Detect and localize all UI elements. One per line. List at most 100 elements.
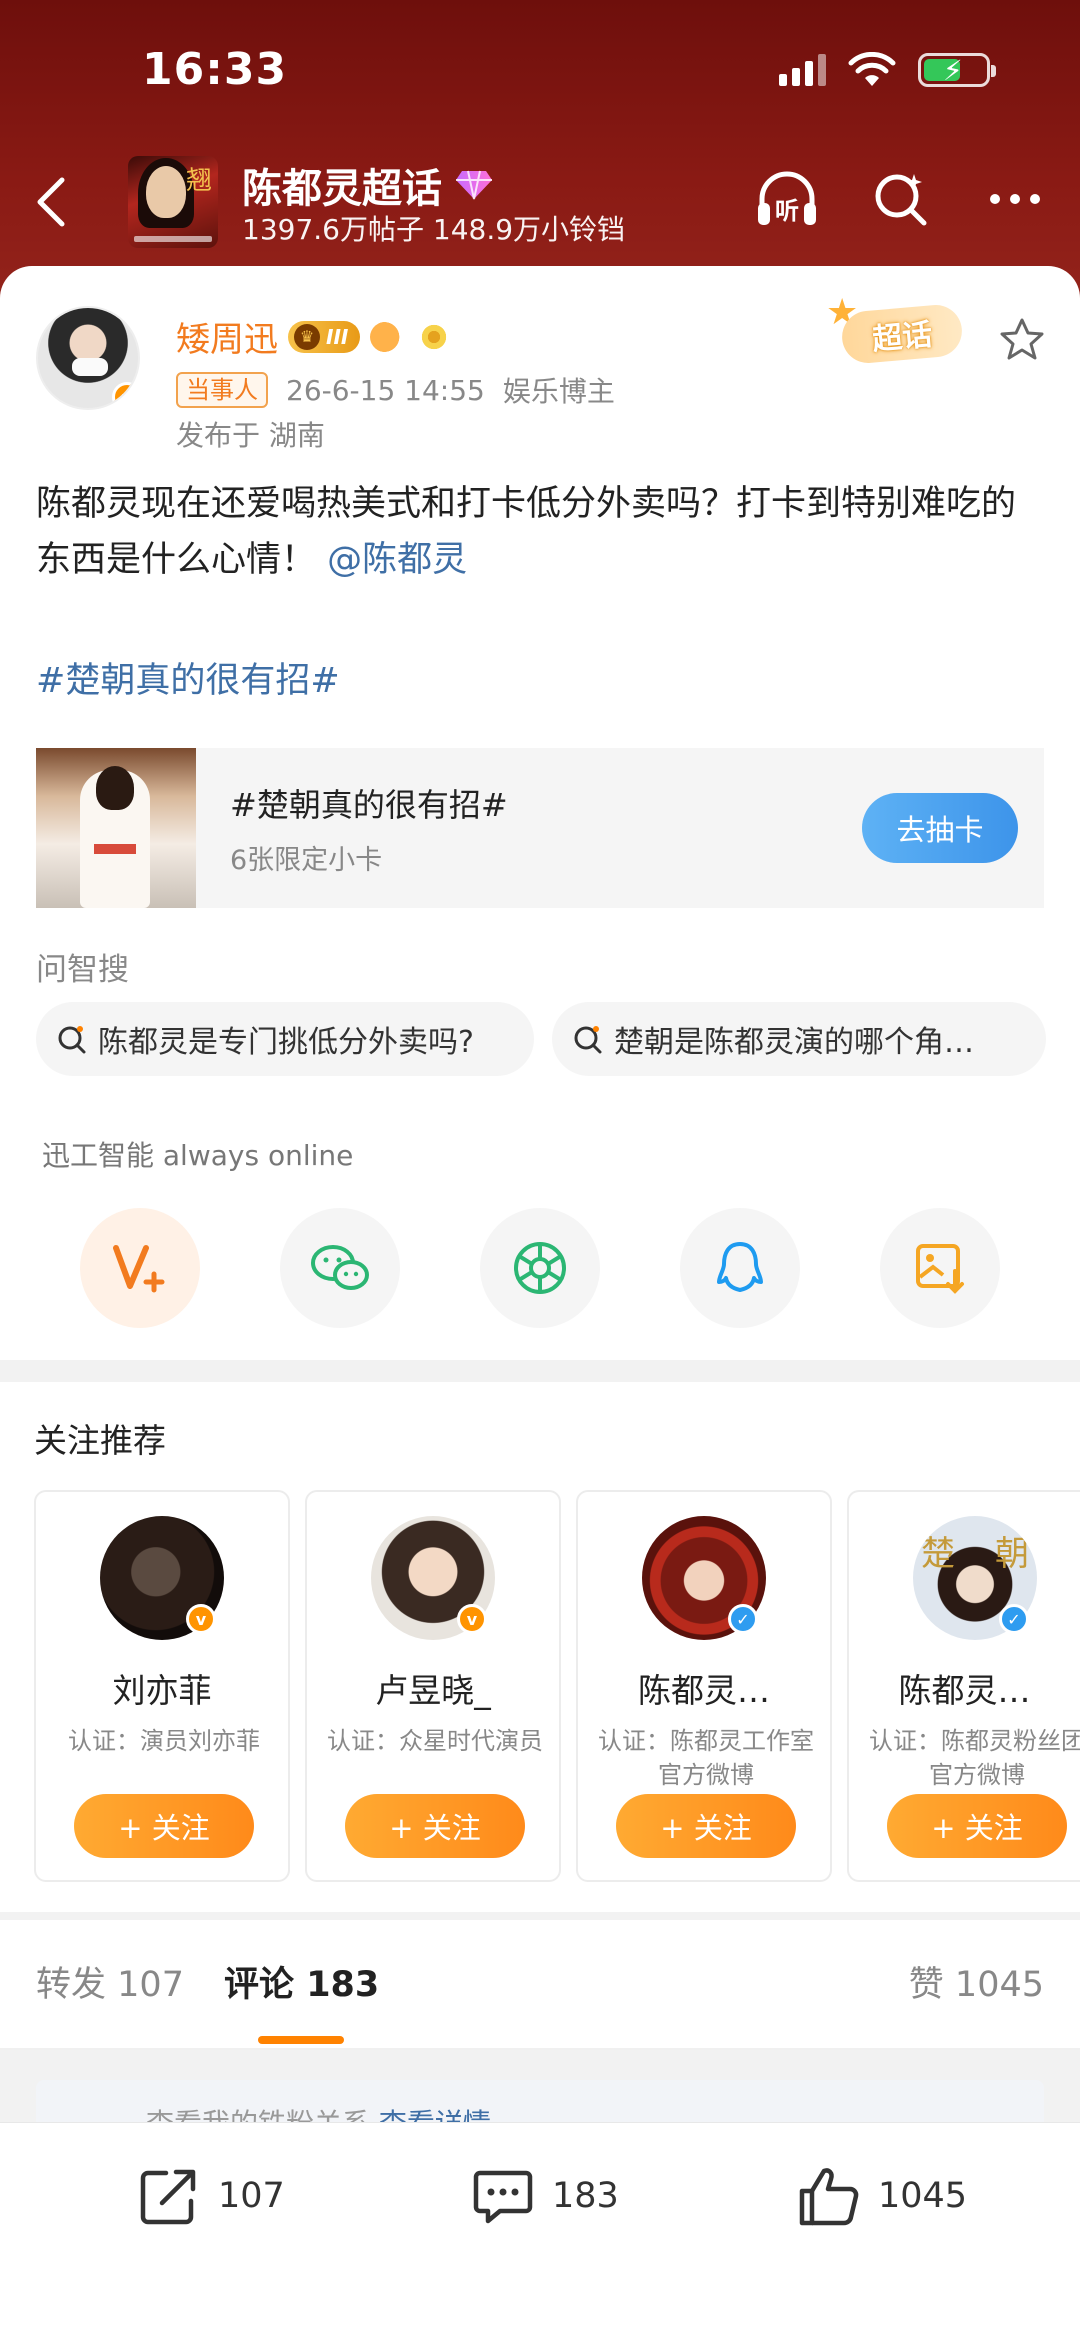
author-avatar[interactable]: v	[36, 306, 140, 410]
topic-card-title: #楚朝真的很有招#	[230, 785, 508, 824]
user-verification: 认证：陈都灵工作室官方微博	[598, 1727, 814, 1789]
topic-card-subtitle: 6张限定小卡	[230, 844, 383, 876]
qq-share-button[interactable]	[680, 1208, 800, 1328]
search-icon	[875, 174, 927, 226]
user-name[interactable]: 刘亦菲	[36, 1664, 288, 1712]
comment-button[interactable]: 183	[470, 2163, 619, 2229]
author-name-row[interactable]: 矮周迅 ♛ III	[176, 312, 453, 361]
fish-badge-icon	[370, 320, 407, 353]
recommend-card[interactable]: 楚朝 ✓ 陈都灵… 认证：陈都灵粉丝团官方微博 + 关注	[847, 1490, 1080, 1882]
topic-promo-card[interactable]: #楚朝真的很有招# 6张限定小卡 去抽卡	[36, 748, 1044, 908]
user-verification: 认证：陈都灵粉丝团官方微博	[869, 1727, 1080, 1789]
repost-button[interactable]: 107	[136, 2163, 285, 2229]
vplus-share-button[interactable]	[80, 1208, 200, 1328]
ask-chip[interactable]: 陈都灵是专门挑低分外卖吗?	[36, 1002, 534, 1076]
user-name[interactable]: 陈都灵…	[849, 1664, 1080, 1712]
more-button[interactable]	[980, 164, 1050, 234]
favorite-star-icon[interactable]	[998, 316, 1046, 364]
ask-chip-text: 楚朝是陈都灵演的哪个角…	[614, 1025, 974, 1060]
back-button[interactable]	[22, 170, 78, 234]
verified-badge-icon: v	[457, 1604, 487, 1634]
like-count: 1045	[878, 2176, 968, 2216]
header-actions: 听	[752, 164, 1050, 234]
topic-thumbnail	[36, 748, 196, 908]
ask-search-label: 问智搜	[36, 952, 129, 988]
status-time: 16:33	[142, 44, 288, 95]
qq-icon	[717, 1242, 763, 1292]
comment-icon	[473, 2170, 533, 2224]
tab-count: 1045	[954, 1965, 1044, 2005]
wechat-icon	[311, 1245, 369, 1290]
recommend-card[interactable]: ✓ 陈都灵… 认证：陈都灵工作室官方微博 + 关注	[576, 1490, 832, 1882]
battery-icon: ⚡	[918, 53, 996, 87]
tab-repost[interactable]: 转发 107	[36, 1956, 184, 2007]
topic-header: 16:33 ⚡ 翘 陈都灵超话 1397.6万帖子 148.9万小铃铛 听	[0, 0, 1080, 300]
back-arrow-icon	[37, 177, 65, 227]
author-type: 娱乐博主	[502, 375, 615, 408]
recommend-title: 关注推荐	[34, 1421, 166, 1460]
post-text: 陈都灵现在还爱喝热美式和打卡低分外卖吗？打卡到特别难吃的东西是什么心情！	[36, 484, 1017, 580]
flower-badge-icon	[416, 320, 453, 353]
ask-chip-text: 陈都灵是专门挑低分外卖吗?	[98, 1025, 474, 1060]
recommend-card[interactable]: v 刘亦菲 认证：演员刘亦菲 + 关注	[34, 1490, 290, 1882]
poster-glyph: 翘	[185, 166, 212, 196]
topic-title-text: 陈都灵超话	[242, 166, 442, 212]
diamond-icon	[456, 170, 492, 200]
status-icons: ⚡	[779, 52, 996, 88]
verified-badge-icon: v	[186, 1604, 216, 1634]
svg-text:听: 听	[775, 197, 799, 225]
vplus-icon	[113, 1245, 165, 1293]
user-verification: 认证：演员刘亦菲	[68, 1727, 260, 1755]
listen-button[interactable]: 听	[752, 164, 822, 234]
draw-card-button[interactable]: 去抽卡	[862, 793, 1018, 863]
like-button[interactable]: 1045	[796, 2163, 967, 2229]
save-image-button[interactable]	[880, 1208, 1000, 1328]
post-body: 陈都灵现在还爱喝热美式和打卡低分外卖吗？打卡到特别难吃的东西是什么心情！ @陈都…	[36, 476, 1046, 588]
user-verification: 认证：众星时代演员	[327, 1727, 543, 1755]
user-name[interactable]: 陈都灵…	[578, 1664, 830, 1712]
mention-link[interactable]: @陈都灵	[327, 540, 467, 580]
ai-search-icon	[58, 1026, 86, 1054]
follow-button[interactable]: + 关注	[616, 1794, 796, 1858]
tab-label: 赞	[908, 1965, 944, 2005]
topic-poster[interactable]: 翘	[128, 156, 218, 248]
super-topic-tag[interactable]: ★ 超话	[826, 292, 972, 366]
tab-count: 183	[306, 1965, 380, 2005]
verified-badge-icon: ✓	[728, 1604, 758, 1634]
moments-icon	[514, 1242, 566, 1294]
follow-button[interactable]: + 关注	[74, 1794, 254, 1858]
ai-search-button[interactable]	[866, 164, 936, 234]
wifi-icon	[848, 52, 896, 86]
moments-share-button[interactable]	[480, 1208, 600, 1328]
topic-title[interactable]: 陈都灵超话	[242, 156, 494, 214]
tab-label: 转发	[36, 1965, 107, 2005]
thumbs-up-icon	[799, 2168, 859, 2226]
user-name[interactable]: 卢昱晓_	[307, 1664, 559, 1712]
bottom-action-bar: 107 183 1045	[0, 2122, 1080, 2341]
follow-button[interactable]: + 关注	[345, 1794, 525, 1858]
more-icon	[990, 194, 1040, 204]
recommend-card[interactable]: v 卢昱晓_ 认证：众星时代演员 + 关注	[305, 1490, 561, 1882]
author-name: 矮周迅	[176, 320, 278, 360]
tab-label: 评论	[224, 1965, 295, 2005]
wechat-share-button[interactable]	[280, 1208, 400, 1328]
share-icon	[140, 2169, 196, 2225]
follow-button[interactable]: + 关注	[887, 1794, 1067, 1858]
interaction-tabs: 转发 107 评论 183 赞 1045	[0, 1920, 1080, 2050]
tab-comments[interactable]: 评论 183	[224, 1956, 379, 2007]
tab-count: 107	[117, 1965, 184, 2005]
fan-level-badge: ♛ III	[288, 320, 361, 353]
crown-icon: ♛	[294, 323, 320, 350]
verified-badge-icon: ✓	[999, 1604, 1029, 1634]
ask-chip[interactable]: 楚朝是陈都灵演的哪个角…	[552, 1002, 1046, 1076]
follow-recommendations: 关注推荐 v 刘亦菲 认证：演员刘亦菲 + 关注 v 卢昱晓_ 认证：众星时代演…	[0, 1382, 1080, 1912]
ai-search-icon	[574, 1026, 602, 1054]
ai-label: 迅工智能 always online	[42, 1139, 354, 1172]
post-time: 26-6-15 14:55	[286, 373, 485, 407]
post-meta: 当事人 26-6-15 14:55 娱乐博主	[176, 370, 615, 410]
fan-level-text: III	[326, 324, 349, 349]
save-image-icon	[916, 1244, 964, 1294]
tab-likes[interactable]: 赞 1045	[909, 1956, 1044, 2007]
hashtag-link[interactable]: #楚朝真的很有招#	[36, 652, 340, 703]
post-card: v 矮周迅 ♛ III 当事人 26-6-15 14:55 娱乐博主 发布于 湖南…	[0, 266, 1080, 1360]
